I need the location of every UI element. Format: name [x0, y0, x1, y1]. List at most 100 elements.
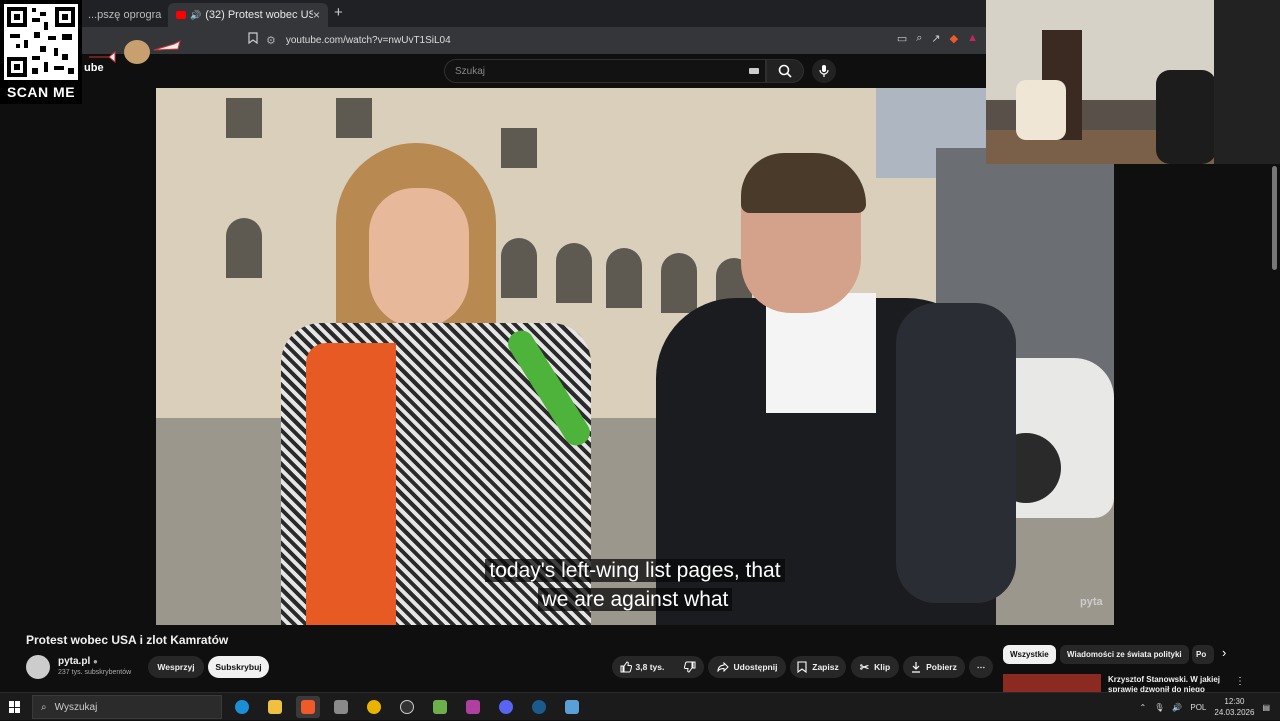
tab-software[interactable]: ...pszę oprogramowania — [80, 3, 162, 27]
qr-code-overlay: SCAN ME — [0, 0, 82, 104]
app-icon[interactable] — [329, 696, 353, 718]
webcam-overlay — [986, 0, 1280, 164]
chip-politics-news[interactable]: Wiadomości ze świata polityki — [1060, 645, 1189, 664]
cast-icon[interactable]: ▭ — [897, 32, 907, 45]
url-field[interactable]: ⚙ youtube.com/watch?v=nwUvT1SiL04 — [266, 31, 956, 50]
save-label: Zapisz — [812, 662, 839, 672]
scissors-icon: ✂ — [859, 661, 870, 674]
speaker-icon: 🔊 — [190, 9, 202, 20]
url-text: youtube.com/watch?v=nwUvT1SiL04 — [285, 35, 451, 46]
chip-all[interactable]: Wszystkie — [1003, 645, 1056, 664]
join-button[interactable]: Wesprzyj — [148, 656, 204, 678]
chrome-icon[interactable] — [362, 696, 386, 718]
taskbar-apps — [230, 696, 584, 718]
keyboard-icon[interactable] — [749, 68, 759, 74]
tab-close-button[interactable]: × — [313, 8, 320, 22]
new-tab-button[interactable]: + — [334, 4, 343, 21]
brave-shield-icon[interactable]: ◆ — [950, 32, 958, 45]
download-icon — [912, 662, 921, 673]
windows-taskbar: ⌕ Wyszukaj ⌃ 🎙 🔊 POL 12:30 24.03.2026 ▤ — [0, 692, 1280, 720]
like-dislike-group: 3,8 tys. — [612, 656, 704, 678]
obs-icon[interactable] — [395, 696, 419, 718]
notifications-icon[interactable]: ▤ — [1262, 703, 1270, 712]
tab-label: (32) Protest wobec USA i zlot — [205, 9, 313, 21]
recommended-menu-icon[interactable]: ⋮ — [1235, 676, 1245, 687]
chevron-up-icon[interactable]: ⌃ — [1140, 703, 1147, 712]
more-actions-button[interactable]: ⋯ — [969, 656, 993, 678]
search-button[interactable] — [766, 59, 804, 83]
tab-label: ...pszę oprogramowania — [88, 9, 162, 21]
app-icon[interactable] — [461, 696, 485, 718]
voice-search-button[interactable] — [812, 59, 836, 83]
download-label: Pobierz — [926, 662, 957, 672]
video-player[interactable]: today's left-wing list pages, that we ar… — [156, 88, 1114, 625]
thumbs-up-icon — [620, 661, 632, 673]
save-button[interactable]: Zapisz — [790, 656, 846, 678]
steam-icon[interactable] — [527, 696, 551, 718]
chevron-right-icon[interactable]: › — [1222, 645, 1226, 660]
site-settings-icon[interactable]: ⚙ — [266, 34, 276, 47]
microphone-icon — [819, 65, 829, 77]
like-count: 3,8 tys. — [635, 662, 665, 672]
windows-start-icon[interactable] — [9, 701, 21, 713]
video-captions: today's left-wing list pages, that we ar… — [156, 556, 1114, 614]
search-icon: ⌕ — [41, 701, 47, 713]
search-icon — [778, 64, 792, 78]
microphone-icon[interactable]: 🎙 — [1154, 703, 1164, 712]
clock-time: 12:30 — [1224, 697, 1245, 706]
video-frame-reporter — [596, 153, 1016, 625]
dislike-button[interactable] — [684, 661, 696, 673]
share-button[interactable]: Udostępnij — [708, 656, 786, 678]
more-dots-icon: ⋯ — [976, 661, 986, 672]
channel-avatar[interactable] — [26, 655, 50, 679]
channel-watermark[interactable]: pyta — [1080, 596, 1103, 608]
page-scrollbar[interactable] — [1272, 166, 1277, 270]
bookmark-icon — [797, 661, 807, 673]
qr-code-image — [4, 4, 78, 80]
volume-icon[interactable]: 🔊 — [1172, 703, 1182, 712]
logo-text: ube — [84, 62, 104, 74]
search-placeholder: Szukaj — [455, 66, 486, 77]
tab-youtube-video[interactable]: 🔊 (32) Protest wobec USA i zlot × — [168, 3, 328, 27]
system-tray: ⌃ 🎙 🔊 POL 12:30 24.03.2026 ▤ — [1140, 693, 1280, 721]
taskbar-clock[interactable]: 12:30 24.03.2026 — [1214, 696, 1254, 718]
language-indicator[interactable]: POL — [1190, 703, 1206, 712]
subscriber-count: 237 tys. subskrybentów — [58, 669, 132, 676]
like-button[interactable]: 3,8 tys. — [620, 661, 665, 673]
clock-date: 24.03.2026 — [1214, 708, 1255, 717]
share-icon[interactable]: ↗ — [931, 32, 940, 45]
thumbs-down-icon — [684, 661, 696, 673]
video-title: Protest wobec USA i zlot Kamratów — [26, 633, 229, 647]
discord-icon[interactable] — [494, 696, 518, 718]
share-label: Udostępnij — [733, 662, 778, 672]
share-arrow-icon — [717, 662, 729, 672]
calculator-icon[interactable] — [560, 696, 584, 718]
youtube-logo[interactable]: ube — [84, 36, 184, 76]
cat-overlay-image — [124, 40, 150, 64]
recommended-title[interactable]: Krzysztof Stanowski. W jakiej sprawie dz… — [1108, 675, 1228, 692]
app-icon[interactable] — [428, 696, 452, 718]
brave-browser-icon[interactable] — [296, 696, 320, 718]
download-button[interactable]: Pobierz — [903, 656, 965, 678]
caption-line-1: today's left-wing list pages, that — [485, 559, 785, 582]
clip-button[interactable]: ✂ Klip — [851, 656, 899, 678]
browser-tab-strip: ...pszę oprogramowania 🔊 (32) Protest wo… — [0, 0, 986, 27]
brave-rewards-icon[interactable]: ▲ — [967, 32, 978, 45]
file-explorer-icon[interactable] — [263, 696, 287, 718]
taskbar-search-input[interactable]: ⌕ Wyszukaj — [32, 695, 222, 719]
youtube-favicon-icon — [176, 11, 186, 19]
chip-more[interactable]: Po — [1192, 645, 1214, 664]
caption-line-2: we are against what — [537, 588, 733, 611]
taskbar-search-placeholder: Wyszukaj — [54, 701, 98, 713]
channel-name[interactable]: pyta.pl ● — [58, 656, 98, 667]
search-input[interactable]: Szukaj — [444, 59, 766, 83]
subscribe-button[interactable]: Subskrybuj — [208, 656, 269, 678]
toolbar-icons: ▭ ⌕ ↗ ◆ ▲ — [897, 32, 978, 45]
qr-scan-label: SCAN ME — [6, 84, 76, 100]
recommended-thumbnail[interactable] — [1003, 674, 1101, 692]
zoom-icon[interactable]: ⌕ — [916, 32, 922, 45]
pointer-hand-icon — [153, 40, 181, 51]
verified-icon: ● — [93, 657, 98, 666]
bookmark-icon[interactable] — [248, 32, 258, 44]
edge-icon[interactable] — [230, 696, 254, 718]
